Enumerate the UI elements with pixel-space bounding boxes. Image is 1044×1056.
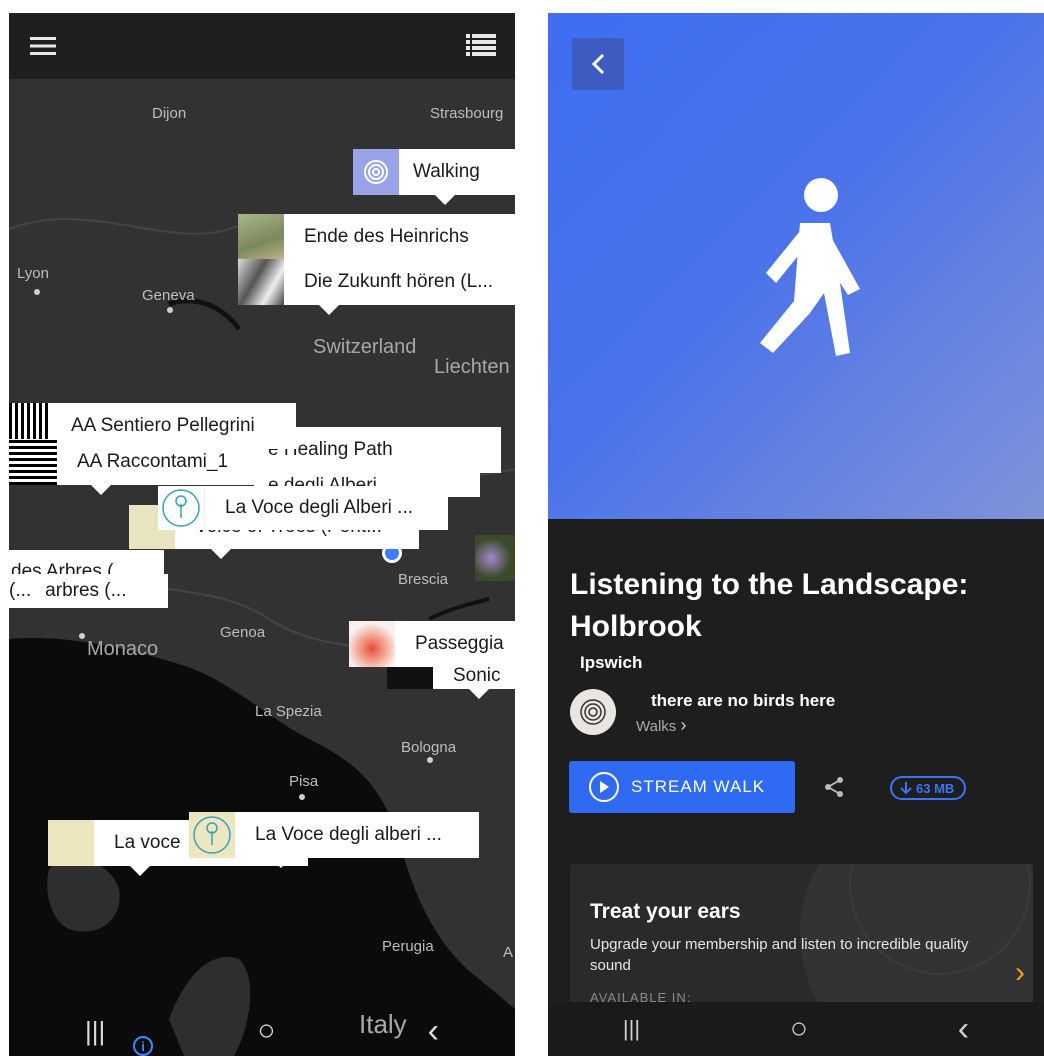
callout-title: Walking (413, 161, 480, 182)
map-toolbar (9, 13, 515, 79)
callout-pointer (91, 485, 111, 495)
map-label-liechtenstein: Liechten (434, 356, 510, 378)
map-marker-callout[interactable]: La Voce degli alberi ... (189, 812, 479, 858)
map-marker-callout[interactable]: Ende des Heinrichs (238, 214, 515, 260)
chevron-left-icon (591, 53, 605, 75)
map-city-dot (299, 794, 305, 800)
map-label-switzerland: Switzerland (313, 336, 417, 358)
hero-banner (548, 13, 1044, 519)
spiral-icon (353, 149, 399, 195)
callout-title: Ende des Heinrichs (304, 226, 469, 247)
map-marker-callout[interactable]: Sonic (387, 667, 515, 689)
callout-pointer (435, 195, 455, 205)
system-nav-bar: ||| ○ ‹ (9, 1006, 515, 1056)
callout-pointer (130, 866, 150, 876)
map-label-partial: A (503, 944, 514, 961)
callout-title: La Voce degli alberi ... (255, 824, 442, 845)
info-icon[interactable]: i (133, 1036, 153, 1056)
callout-pointer (319, 305, 339, 315)
home-button[interactable]: ○ (790, 1012, 808, 1046)
author-name: there are no birds here (651, 691, 836, 710)
callout-title: AA Sentiero Pellegrini (71, 415, 255, 436)
back-button[interactable]: ‹ (428, 1012, 439, 1051)
callout-title: (... (9, 580, 32, 601)
map-marker-callout[interactable]: AA Raccontami_1 (9, 439, 257, 485)
download-arrow-icon (900, 782, 912, 795)
stream-walk-label: STREAM WALK (631, 777, 766, 796)
avatar (570, 689, 616, 735)
system-nav-bar: ||| ○ ‹ (548, 1002, 1044, 1056)
author-category-label: Walks (636, 718, 677, 735)
author-category[interactable]: Walks › (636, 715, 686, 736)
hamburger-icon[interactable] (25, 29, 61, 63)
chevron-right-icon: › (680, 715, 687, 735)
map-label-pisa: Pisa (289, 773, 319, 790)
tree-logo-icon (158, 486, 205, 530)
map-label-strasbourg: Strasbourg (430, 105, 504, 122)
walk-detail-screen: Listening to the Landscape: Holbrook Ips… (548, 13, 1044, 1056)
stream-walk-button[interactable]: STREAM WALK (569, 761, 795, 813)
map-label-brescia: Brescia (398, 571, 449, 588)
map-label-la-spezia: La Spezia (255, 703, 322, 720)
walk-title: Listening to the Landscape: Holbrook (570, 568, 969, 643)
map-canvas[interactable]: Dijon Strasbourg Lyon Geneva Switzerland… (9, 79, 515, 1056)
callout-title: La Voce degli Alberi ... (225, 497, 414, 518)
chevron-right-icon[interactable]: › (1015, 956, 1025, 990)
map-screen: Dijon Strasbourg Lyon Geneva Switzerland… (9, 13, 515, 1056)
map-city-dot (79, 633, 85, 639)
download-button[interactable]: 63 MB (890, 776, 967, 800)
promo-text: Upgrade your membership and listen to in… (590, 936, 969, 974)
qr-code-icon (9, 439, 57, 485)
map-label-lyon: Lyon (17, 265, 49, 282)
callout-title: arbres (... (45, 580, 127, 601)
list-view-icon[interactable] (461, 27, 501, 63)
recent-apps-button[interactable]: ||| (85, 1016, 105, 1047)
fingerprint-icon (580, 699, 606, 725)
upgrade-promo-card[interactable]: Treat your ears Upgrade your membership … (570, 864, 1033, 1024)
map-city-dot (34, 289, 40, 295)
map-label-monaco: Monaco (87, 638, 159, 660)
home-button[interactable]: ○ (257, 1014, 275, 1048)
promo-title: Treat your ears (590, 900, 741, 923)
callout-title: La voce (114, 832, 181, 853)
painting-thumbnail (238, 214, 284, 260)
callout-title: Sonic (453, 667, 501, 685)
back-button[interactable] (572, 38, 624, 90)
callout-pointer (211, 549, 231, 559)
callout-title: AA Raccontami_1 (77, 451, 229, 472)
tree-logo-icon (189, 812, 235, 858)
map-marker-callout[interactable]: (... arbres (... (9, 574, 168, 608)
callout-pointer (271, 858, 291, 868)
map-city-dot (167, 307, 173, 313)
download-size: 63 MB (916, 780, 955, 796)
author-row[interactable]: there are no birds here Walks › (570, 689, 1030, 737)
text-thumbnail (387, 667, 433, 689)
map-marker-callout[interactable]: Die Zukunft hören (L... (238, 259, 515, 305)
back-button[interactable]: ‹ (958, 1010, 969, 1049)
map-label-geneva: Geneva (142, 287, 195, 304)
callout-title: Passeggia (415, 633, 504, 654)
map-marker-callout[interactable]: Walking (353, 149, 515, 195)
photo-thumbnail (238, 259, 284, 305)
callout-pointer (469, 689, 489, 699)
map-label-bologna: Bologna (401, 739, 457, 756)
play-icon (589, 772, 619, 802)
map-city-dot (427, 757, 433, 763)
map-label-dijon: Dijon (152, 105, 187, 122)
tree-logo-icon (48, 820, 94, 866)
map-marker-callout[interactable]: La Voce degli Alberi ... (158, 486, 448, 530)
callout-title: Die Zukunft hören (L... (304, 271, 494, 292)
map-marker-callout[interactable]: Passeggia (349, 621, 515, 667)
artwork-thumbnail (349, 621, 395, 667)
recent-apps-button[interactable]: ||| (623, 1016, 640, 1042)
walking-person-icon (760, 178, 860, 356)
share-icon[interactable] (824, 776, 844, 803)
map-label-genoa: Genoa (220, 624, 266, 641)
flower-photo-marker[interactable] (475, 535, 515, 581)
map-label-perugia: Perugia (382, 938, 434, 955)
walk-location: Ipswich (580, 653, 643, 672)
